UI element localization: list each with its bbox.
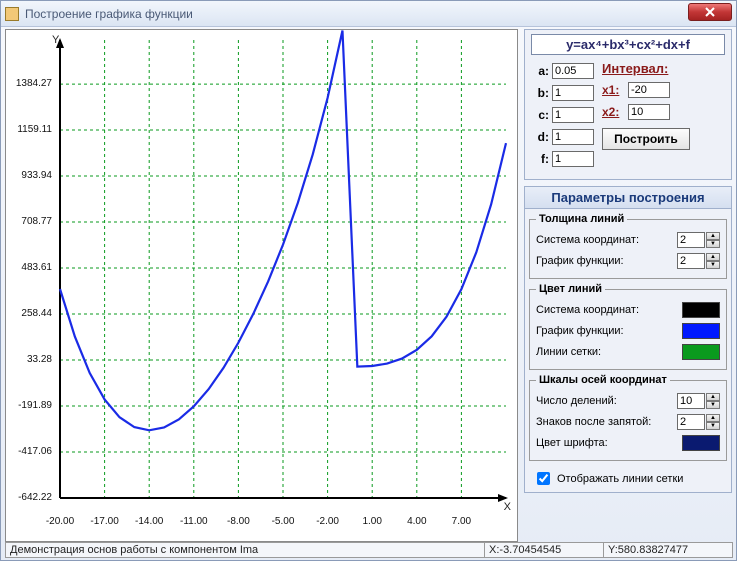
font-color-swatch[interactable] bbox=[682, 435, 720, 451]
font-color-label: Цвет шрифта: bbox=[536, 437, 608, 449]
interval-title: Интервал: bbox=[602, 61, 690, 76]
params-panel: Параметры построения Толщина линий Систе… bbox=[524, 186, 732, 493]
status-y: Y: 580.83827477 bbox=[603, 542, 733, 558]
coeff-b-input[interactable] bbox=[552, 85, 594, 101]
chart-canvas[interactable] bbox=[6, 30, 517, 541]
spinner-down[interactable]: ▼ bbox=[706, 401, 720, 409]
spinner-down[interactable]: ▼ bbox=[706, 240, 720, 248]
x2-input[interactable] bbox=[628, 104, 670, 120]
close-button[interactable] bbox=[688, 3, 732, 21]
coeff-d-input[interactable] bbox=[552, 129, 594, 145]
color-func-label: График функции: bbox=[536, 325, 624, 337]
spinner-down[interactable]: ▼ bbox=[706, 422, 720, 430]
color-func-swatch[interactable] bbox=[682, 323, 720, 339]
equation-header: y=ax⁴+bx³+cx²+dx+f bbox=[531, 34, 725, 55]
y-axis-label: Y bbox=[52, 34, 59, 46]
spinner-up[interactable]: ▲ bbox=[706, 232, 720, 240]
spinner-up[interactable]: ▲ bbox=[706, 253, 720, 261]
plot-panel[interactable]: Y X -20.00-17.00-14.00-11.00-8.00-5.00-2… bbox=[5, 29, 518, 542]
x1-input[interactable] bbox=[628, 82, 670, 98]
thickness-group: Толщина линий Система координат: ▲▼ Граф… bbox=[529, 213, 727, 279]
dec-input[interactable] bbox=[677, 414, 705, 430]
coeff-c-label: c: bbox=[531, 108, 549, 122]
scales-group: Шкалы осей координат Число делений: ▲▼ З… bbox=[529, 374, 727, 461]
equation-panel: y=ax⁴+bx³+cx²+dx+f a: b: c: d: f: Интерв… bbox=[524, 29, 732, 180]
color-grid-label: Линии сетки: bbox=[536, 346, 601, 358]
color-legend: Цвет линий bbox=[536, 283, 605, 295]
spinner-up[interactable]: ▲ bbox=[706, 414, 720, 422]
close-icon bbox=[705, 7, 715, 17]
coeff-d-label: d: bbox=[531, 130, 549, 144]
color-grid-swatch[interactable] bbox=[682, 344, 720, 360]
spinner-down[interactable]: ▼ bbox=[706, 261, 720, 269]
status-x: X: -3.70454545 bbox=[484, 542, 604, 558]
color-axes-swatch[interactable] bbox=[682, 302, 720, 318]
thickness-func-input[interactable] bbox=[677, 253, 705, 269]
coeff-a-label: a: bbox=[531, 64, 549, 78]
build-button[interactable]: Построить bbox=[602, 128, 690, 150]
coeff-c-input[interactable] bbox=[552, 107, 594, 123]
color-axes-label: Система координат: bbox=[536, 304, 639, 316]
coeff-a-input[interactable] bbox=[552, 63, 594, 79]
show-grid-label: Отображать линии сетки bbox=[557, 473, 683, 485]
status-text: Демонстрация основ работы с компонентом … bbox=[5, 542, 485, 558]
div-label: Число делений: bbox=[536, 395, 617, 407]
status-bar: Демонстрация основ работы с компонентом … bbox=[5, 542, 732, 558]
params-header: Параметры построения bbox=[525, 187, 731, 209]
color-group: Цвет линий Система координат: График фун… bbox=[529, 283, 727, 370]
thickness-axes-label: Система координат: bbox=[536, 234, 639, 246]
coeff-b-label: b: bbox=[531, 86, 549, 100]
thickness-legend: Толщина линий bbox=[536, 213, 627, 225]
thickness-axes-input[interactable] bbox=[677, 232, 705, 248]
window-title: Построение графика функции bbox=[25, 7, 193, 21]
dec-label: Знаков после запятой: bbox=[536, 416, 651, 428]
div-input[interactable] bbox=[677, 393, 705, 409]
coeff-f-input[interactable] bbox=[552, 151, 594, 167]
x2-label: x2: bbox=[602, 105, 628, 119]
x1-label: x1: bbox=[602, 83, 628, 97]
spinner-up[interactable]: ▲ bbox=[706, 393, 720, 401]
scales-legend: Шкалы осей координат bbox=[536, 374, 670, 386]
thickness-func-label: График функции: bbox=[536, 255, 624, 267]
titlebar[interactable]: Построение графика функции bbox=[1, 1, 736, 27]
app-icon bbox=[5, 7, 19, 21]
show-grid-checkbox[interactable] bbox=[537, 472, 550, 485]
coeff-f-label: f: bbox=[531, 152, 549, 166]
x-axis-label: X bbox=[504, 501, 511, 513]
